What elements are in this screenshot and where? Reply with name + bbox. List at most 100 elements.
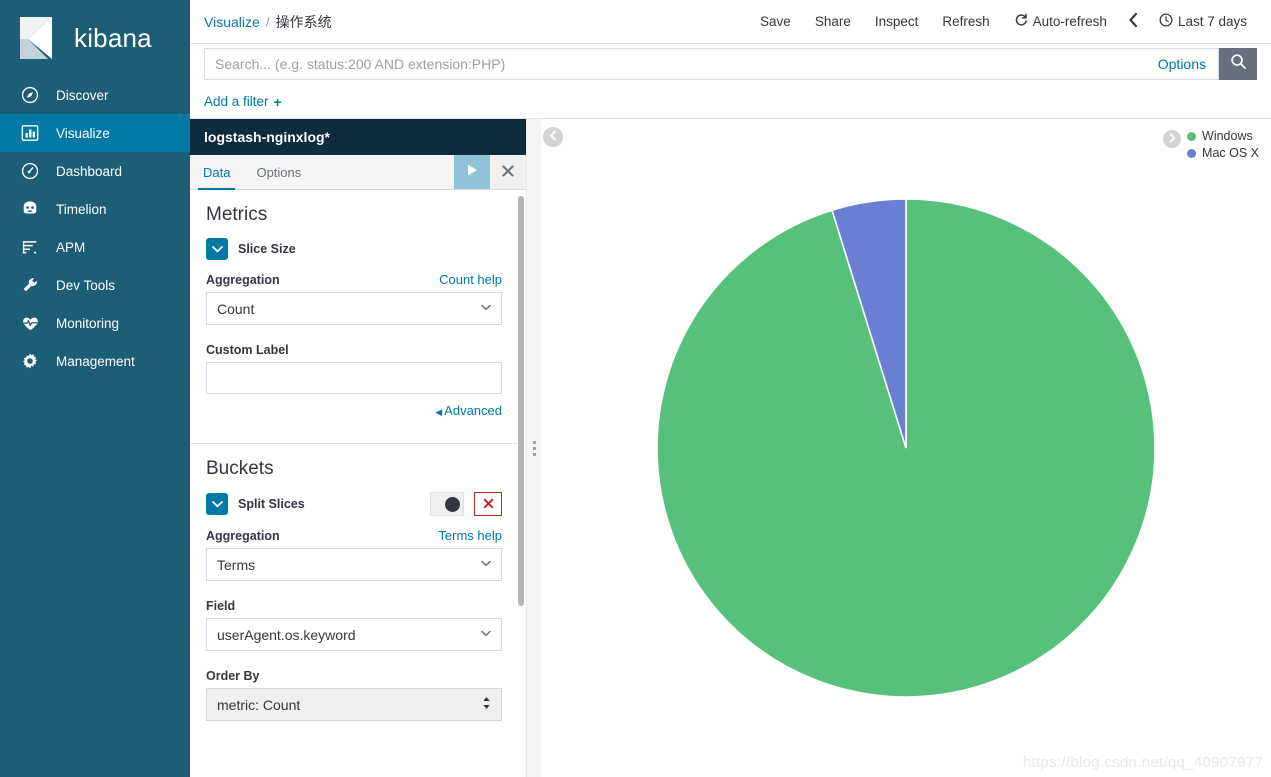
- terms-help-link[interactable]: Terms help: [438, 528, 502, 543]
- field-label: Field: [206, 599, 235, 613]
- auto-refresh-button[interactable]: Auto-refresh: [1002, 0, 1119, 43]
- buckets-aggregation-select[interactable]: Terms: [206, 548, 502, 581]
- top-navigation-bar: Visualize / 操作系统 Save Share Inspect Refr…: [190, 0, 1271, 44]
- time-picker-label: Last 7 days: [1178, 14, 1247, 29]
- panel-resize-handle[interactable]: [527, 119, 541, 777]
- breadcrumb-current: 操作系统: [276, 12, 332, 32]
- chevron-down-icon: [212, 495, 223, 513]
- buckets-collapse-toggle[interactable]: [206, 493, 228, 515]
- buckets-aggregation-value: Terms: [217, 557, 481, 573]
- sidebar-item-dashboard[interactable]: Dashboard: [0, 152, 190, 190]
- metrics-collapse-toggle[interactable]: [206, 238, 228, 260]
- legend-items: Windows Mac OS X: [1187, 129, 1259, 160]
- time-picker-button[interactable]: Last 7 days: [1147, 0, 1259, 43]
- discard-changes-button[interactable]: [490, 155, 526, 189]
- buckets-gap-1: [206, 585, 502, 599]
- workspace: logstash-nginxlog* Data Options: [190, 119, 1271, 777]
- collapse-editor-button[interactable]: [543, 127, 563, 147]
- dashboard-icon: [20, 161, 40, 181]
- inspect-button[interactable]: Inspect: [863, 0, 931, 43]
- sidebar-item-dev-tools[interactable]: Dev Tools: [0, 266, 190, 304]
- sidebar-item-label: Discover: [56, 88, 109, 103]
- triangle-left-icon: ◀: [435, 407, 442, 417]
- sidebar-item-label: Monitoring: [56, 316, 119, 331]
- advanced-toggle[interactable]: ◀Advanced: [435, 403, 502, 418]
- buckets-gap-3: [206, 725, 502, 739]
- sidebar-item-label: Management: [56, 354, 135, 369]
- field-label-row: Field: [206, 599, 502, 613]
- time-next-button[interactable]: [1259, 0, 1271, 43]
- sidebar-item-timelion[interactable]: Timelion: [0, 190, 190, 228]
- share-button[interactable]: Share: [803, 0, 863, 43]
- search-input[interactable]: [205, 49, 1146, 79]
- refresh-button[interactable]: Refresh: [930, 0, 1001, 43]
- toggle-knob-icon: [445, 497, 460, 512]
- clock-icon: [1159, 13, 1173, 30]
- brand-name: kibana: [74, 25, 152, 51]
- legend-color-swatch: [1187, 132, 1196, 141]
- chevron-down-icon: [481, 559, 491, 570]
- kibana-logo-icon: [18, 15, 62, 61]
- play-icon: [466, 163, 479, 182]
- sidebar-item-visualize[interactable]: Visualize: [0, 114, 190, 152]
- metrics-aggregation-value: Count: [217, 301, 481, 317]
- chevron-down-icon: [481, 629, 491, 640]
- breadcrumb: Visualize / 操作系统: [204, 12, 332, 32]
- metrics-section: Metrics Slice Size Aggregati: [190, 190, 518, 430]
- custom-label-input[interactable]: [206, 362, 502, 394]
- global-nav-sidebar: kibana Discover Visualize Dashboard Time: [0, 0, 190, 777]
- editor-content: Metrics Slice Size Aggregati: [190, 190, 518, 777]
- metrics-aggregation-label-row: Aggregation Count help: [206, 272, 502, 287]
- bucket-enable-toggle[interactable]: [430, 492, 464, 516]
- advanced-label: Advanced: [444, 403, 502, 418]
- kibana-logo[interactable]: kibana: [0, 0, 190, 76]
- metrics-aggregation-select[interactable]: Count: [206, 292, 502, 325]
- save-button[interactable]: Save: [748, 0, 803, 43]
- order-by-label: Order By: [206, 669, 260, 683]
- sidebar-item-monitoring[interactable]: Monitoring: [0, 304, 190, 342]
- split-slices-agg-row: Split Slices: [206, 492, 502, 516]
- tabs-spacer: [314, 155, 454, 189]
- custom-label-label-row: Custom Label: [206, 343, 502, 357]
- remove-bucket-button[interactable]: [474, 492, 502, 516]
- metrics-gap: [206, 329, 502, 343]
- visualization-canvas: Windows Mac OS X https://blog.csdn.net/q…: [541, 119, 1271, 777]
- timelion-icon: [20, 199, 40, 219]
- legend-toggle-button[interactable]: [1163, 130, 1181, 148]
- query-bar: Options: [190, 44, 1271, 85]
- field-value: userAgent.os.keyword: [217, 627, 481, 643]
- field-select[interactable]: userAgent.os.keyword: [206, 618, 502, 651]
- gear-icon: [20, 351, 40, 371]
- buckets-aggregation-label: Aggregation: [206, 529, 280, 543]
- tab-options[interactable]: Options: [243, 155, 314, 189]
- visualization-panel: Windows Mac OS X https://blog.csdn.net/q…: [541, 119, 1271, 777]
- order-by-label-row: Order By: [206, 669, 502, 683]
- chevron-left-circle-icon: [548, 128, 559, 146]
- compass-icon: [20, 85, 40, 105]
- sidebar-item-label: APM: [56, 240, 85, 255]
- sidebar-item-apm[interactable]: APM: [0, 228, 190, 266]
- sidebar-item-management[interactable]: Management: [0, 342, 190, 380]
- legend-item-windows[interactable]: Windows: [1187, 129, 1259, 143]
- tab-data[interactable]: Data: [190, 155, 243, 189]
- time-prev-button[interactable]: [1119, 0, 1147, 43]
- plus-icon: +: [274, 94, 282, 110]
- legend-item-mac-os-x[interactable]: Mac OS X: [1187, 146, 1259, 160]
- pie-chart-svg[interactable]: [646, 188, 1166, 708]
- add-filter-button[interactable]: Add a filter +: [204, 94, 282, 110]
- sidebar-item-discover[interactable]: Discover: [0, 76, 190, 114]
- apply-changes-button[interactable]: [454, 155, 490, 189]
- count-help-link[interactable]: Count help: [439, 272, 502, 287]
- order-by-select[interactable]: metric: Count: [206, 688, 502, 721]
- editor-scrollbar-thumb[interactable]: [518, 196, 524, 606]
- buckets-aggregation-label-row: Aggregation Terms help: [206, 528, 502, 543]
- search-submit-button[interactable]: [1219, 48, 1257, 80]
- vis-editor-panel: logstash-nginxlog* Data Options: [190, 119, 527, 777]
- wrench-icon: [20, 275, 40, 295]
- advanced-row: ◀Advanced: [206, 403, 502, 418]
- breadcrumb-visualize[interactable]: Visualize: [204, 14, 260, 30]
- auto-refresh-label: Auto-refresh: [1033, 14, 1107, 29]
- query-options-link[interactable]: Options: [1146, 56, 1218, 72]
- split-slices-label: Split Slices: [238, 497, 305, 511]
- top-actions: Save Share Inspect Refresh Auto-refresh: [748, 0, 1271, 43]
